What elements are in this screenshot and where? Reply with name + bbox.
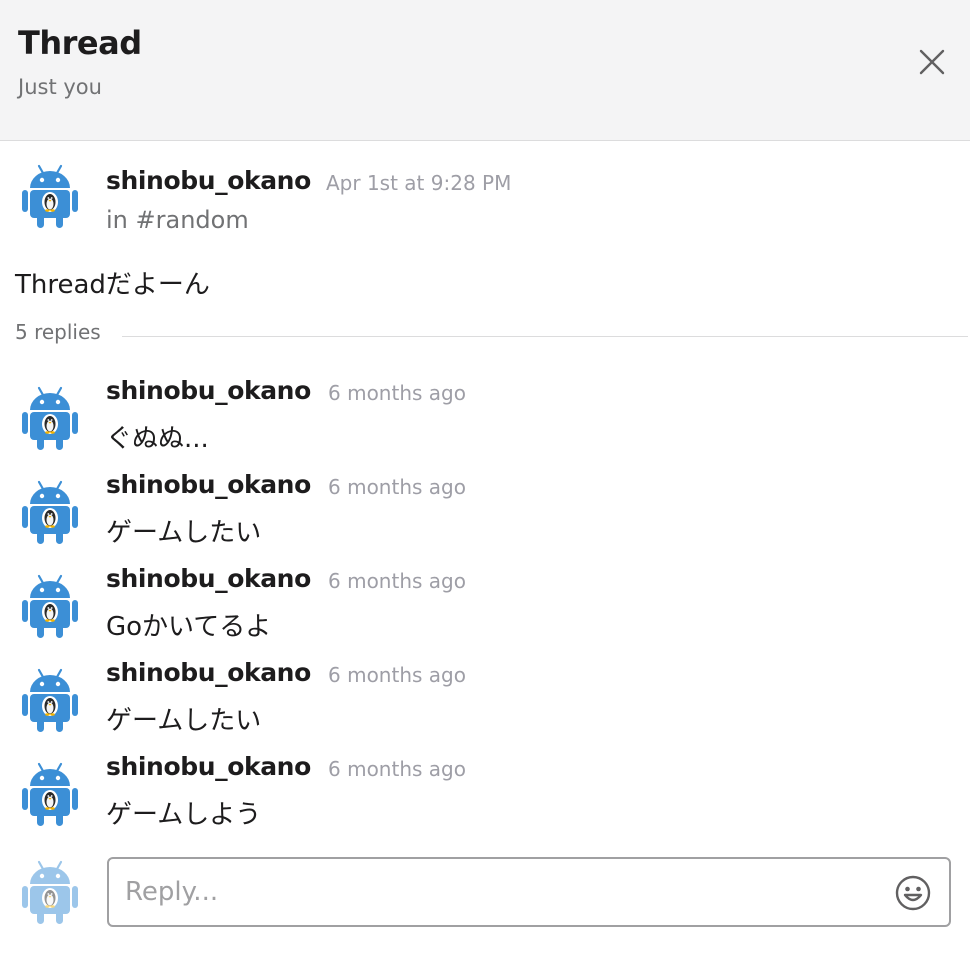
- divider: [122, 336, 968, 337]
- message-author[interactable]: shinobu_okano: [106, 564, 311, 593]
- message-text: Goかいてるよ: [106, 612, 272, 642]
- composer-avatar: [22, 860, 78, 926]
- message-author[interactable]: shinobu_okano: [106, 470, 311, 499]
- avatar[interactable]: [22, 476, 78, 546]
- thread-header: Thread Just you: [0, 0, 970, 141]
- reply-input[interactable]: [125, 859, 865, 925]
- message-text: ゲームしよう: [106, 800, 262, 830]
- reply-message: shinobu_okano 6 months ago Goかいてるよ: [0, 562, 970, 656]
- close-button[interactable]: [912, 42, 952, 82]
- reply-message: shinobu_okano 6 months ago ゲームしたい: [0, 656, 970, 750]
- reply-count: 5 replies: [15, 320, 101, 344]
- message-timestamp[interactable]: 6 months ago: [328, 757, 466, 781]
- thread-title: Thread: [18, 24, 142, 62]
- message-text: Threadだよーん: [15, 270, 210, 300]
- message-author[interactable]: shinobu_okano: [106, 166, 311, 195]
- message-timestamp[interactable]: Apr 1st at 9:28 PM: [326, 171, 511, 195]
- message-author[interactable]: shinobu_okano: [106, 658, 311, 687]
- reply-message: shinobu_okano 6 months ago ゲームしたい: [0, 468, 970, 562]
- message-timestamp[interactable]: 6 months ago: [328, 381, 466, 405]
- avatar[interactable]: [22, 664, 78, 734]
- message-timestamp[interactable]: 6 months ago: [328, 475, 466, 499]
- avatar[interactable]: [22, 570, 78, 640]
- message-timestamp[interactable]: 6 months ago: [328, 663, 466, 687]
- avatar[interactable]: [22, 160, 78, 230]
- emoji-smiley-icon: [895, 875, 931, 911]
- avatar[interactable]: [22, 382, 78, 452]
- message-text: ぐぬぬ...: [106, 424, 209, 454]
- message-author[interactable]: shinobu_okano: [106, 376, 311, 405]
- emoji-button[interactable]: [893, 873, 933, 913]
- message-channel-link[interactable]: in #random: [106, 206, 249, 234]
- close-icon: [919, 49, 945, 75]
- message-text: ゲームしたい: [106, 706, 262, 736]
- avatar[interactable]: [22, 758, 78, 828]
- message-author[interactable]: shinobu_okano: [106, 752, 311, 781]
- reply-composer: [107, 857, 951, 927]
- message-timestamp[interactable]: 6 months ago: [328, 569, 466, 593]
- thread-subtitle: Just you: [18, 75, 102, 99]
- reply-message: shinobu_okano 6 months ago ぐぬぬ...: [0, 374, 970, 468]
- message-text: ゲームしたい: [106, 518, 262, 548]
- reply-message: shinobu_okano 6 months ago ゲームしよう: [0, 750, 970, 844]
